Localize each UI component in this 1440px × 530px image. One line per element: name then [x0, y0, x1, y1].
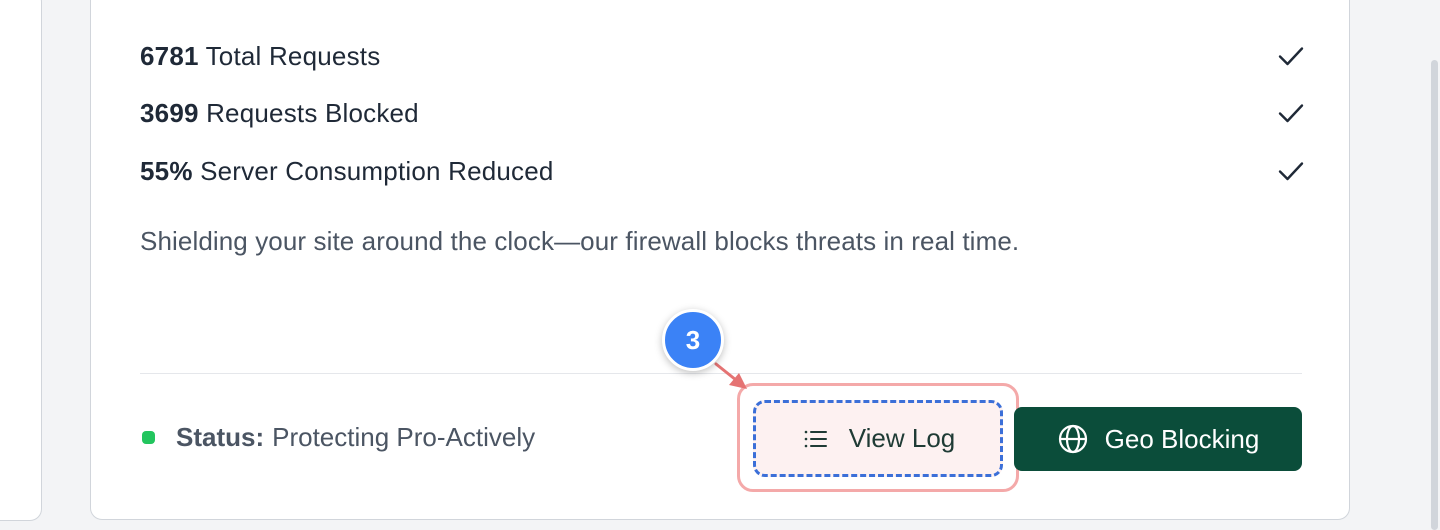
view-log-button[interactable]: View Log — [753, 400, 1003, 477]
stat-value: 3699 — [140, 97, 199, 128]
list-icon — [804, 430, 827, 447]
stat-label: Total Requests — [205, 40, 381, 71]
scrollbar-thumb[interactable] — [1431, 60, 1438, 530]
status-dot-icon — [142, 431, 155, 444]
geo-blocking-button[interactable]: Geo Blocking — [1014, 407, 1302, 471]
geo-blocking-label: Geo Blocking — [1104, 423, 1260, 454]
stat-text: 3699 Requests Blocked — [140, 98, 419, 129]
step-badge: 3 — [662, 309, 724, 371]
check-icon — [1278, 104, 1304, 123]
firewall-description: Shielding your site around the clock—our… — [140, 226, 1020, 256]
stat-label: Requests Blocked — [206, 97, 419, 128]
globe-icon — [1058, 424, 1087, 454]
stat-value: 55% — [140, 155, 193, 186]
stat-text: 6781 Total Requests — [140, 41, 380, 72]
check-icon — [1278, 162, 1304, 181]
stat-value: 6781 — [140, 40, 199, 71]
stat-row-total-requests: 6781 Total Requests — [140, 40, 1305, 72]
stat-label: Server Consumption Reduced — [200, 155, 554, 186]
stat-row-server-consumption: 55% Server Consumption Reduced — [140, 155, 1305, 187]
check-icon — [1278, 47, 1304, 66]
left-panel — [0, 0, 42, 521]
view-log-label: View Log — [848, 423, 956, 453]
status-value: Protecting Pro-Actively — [272, 422, 536, 452]
status-label: Status: — [176, 422, 265, 452]
stat-text: 55% Server Consumption Reduced — [140, 156, 554, 187]
stat-row-requests-blocked: 3699 Requests Blocked — [140, 97, 1305, 129]
status-indicator: Status: Protecting Pro-Actively — [142, 422, 535, 453]
